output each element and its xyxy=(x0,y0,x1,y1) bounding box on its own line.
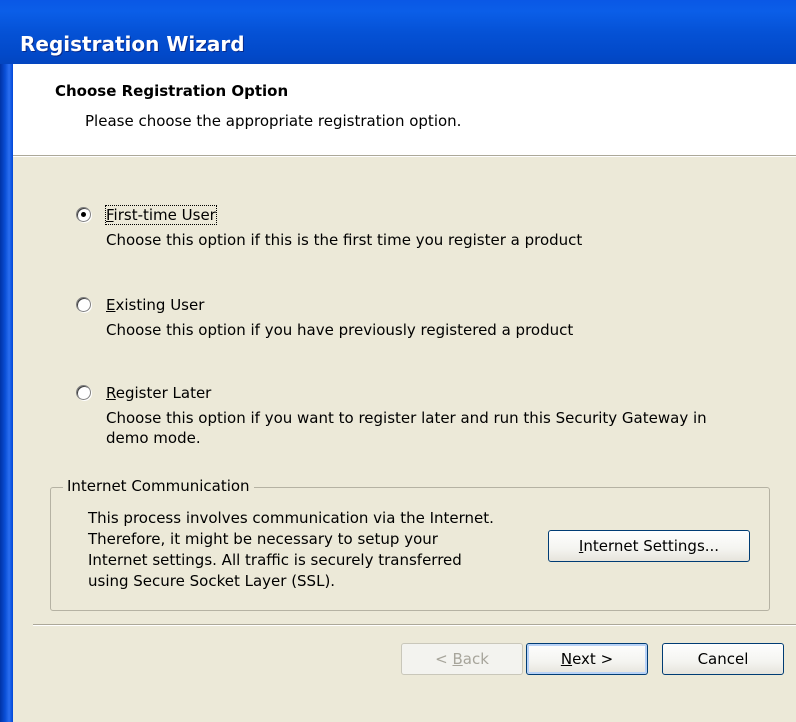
option-register-later-description: Choose this option if you want to regist… xyxy=(106,408,707,448)
group-title: Internet Communication xyxy=(63,477,254,495)
option-existing-user-description: Choose this option if you have previousl… xyxy=(106,321,574,339)
radio-first-time-user[interactable] xyxy=(76,207,91,222)
internet-info-text: This process involves communication via … xyxy=(88,508,578,592)
internet-communication-group: Internet Communication This process invo… xyxy=(50,477,770,611)
page-title: Choose Registration Option xyxy=(55,82,289,100)
page-subtitle: Please choose the appropriate registrati… xyxy=(85,112,462,130)
info-line: This process involves communication via … xyxy=(88,509,494,527)
description-line: demo mode. xyxy=(106,429,201,447)
option-first-time-user-label[interactable]: First-time User xyxy=(105,205,217,225)
info-line: Therefore, it might be necessary to setu… xyxy=(88,530,438,548)
option-first-time-user-description: Choose this option if this is the first … xyxy=(106,231,583,249)
next-button[interactable]: Next > xyxy=(526,643,648,675)
option-existing-user-label[interactable]: Existing User xyxy=(106,296,204,314)
radio-register-later[interactable] xyxy=(76,385,91,400)
window-frame-left xyxy=(0,64,13,722)
option-register-later-label[interactable]: Register Later xyxy=(106,384,211,402)
internet-settings-button[interactable]: Internet Settings... xyxy=(548,530,750,562)
info-line: Internet settings. All traffic is secure… xyxy=(88,551,462,569)
title-bar[interactable]: Registration Wizard xyxy=(0,0,796,64)
header-divider xyxy=(13,155,796,157)
info-line: using Secure Socket Layer (SSL). xyxy=(88,572,336,590)
footer-divider xyxy=(33,624,796,626)
wizard-header: Choose Registration Option Please choose… xyxy=(13,64,796,155)
description-line: Choose this option if you want to regist… xyxy=(106,409,707,427)
cancel-button[interactable]: Cancel xyxy=(662,643,784,675)
back-button[interactable]: < Back xyxy=(401,643,523,675)
radio-existing-user[interactable] xyxy=(76,297,91,312)
window-title: Registration Wizard xyxy=(20,32,245,56)
